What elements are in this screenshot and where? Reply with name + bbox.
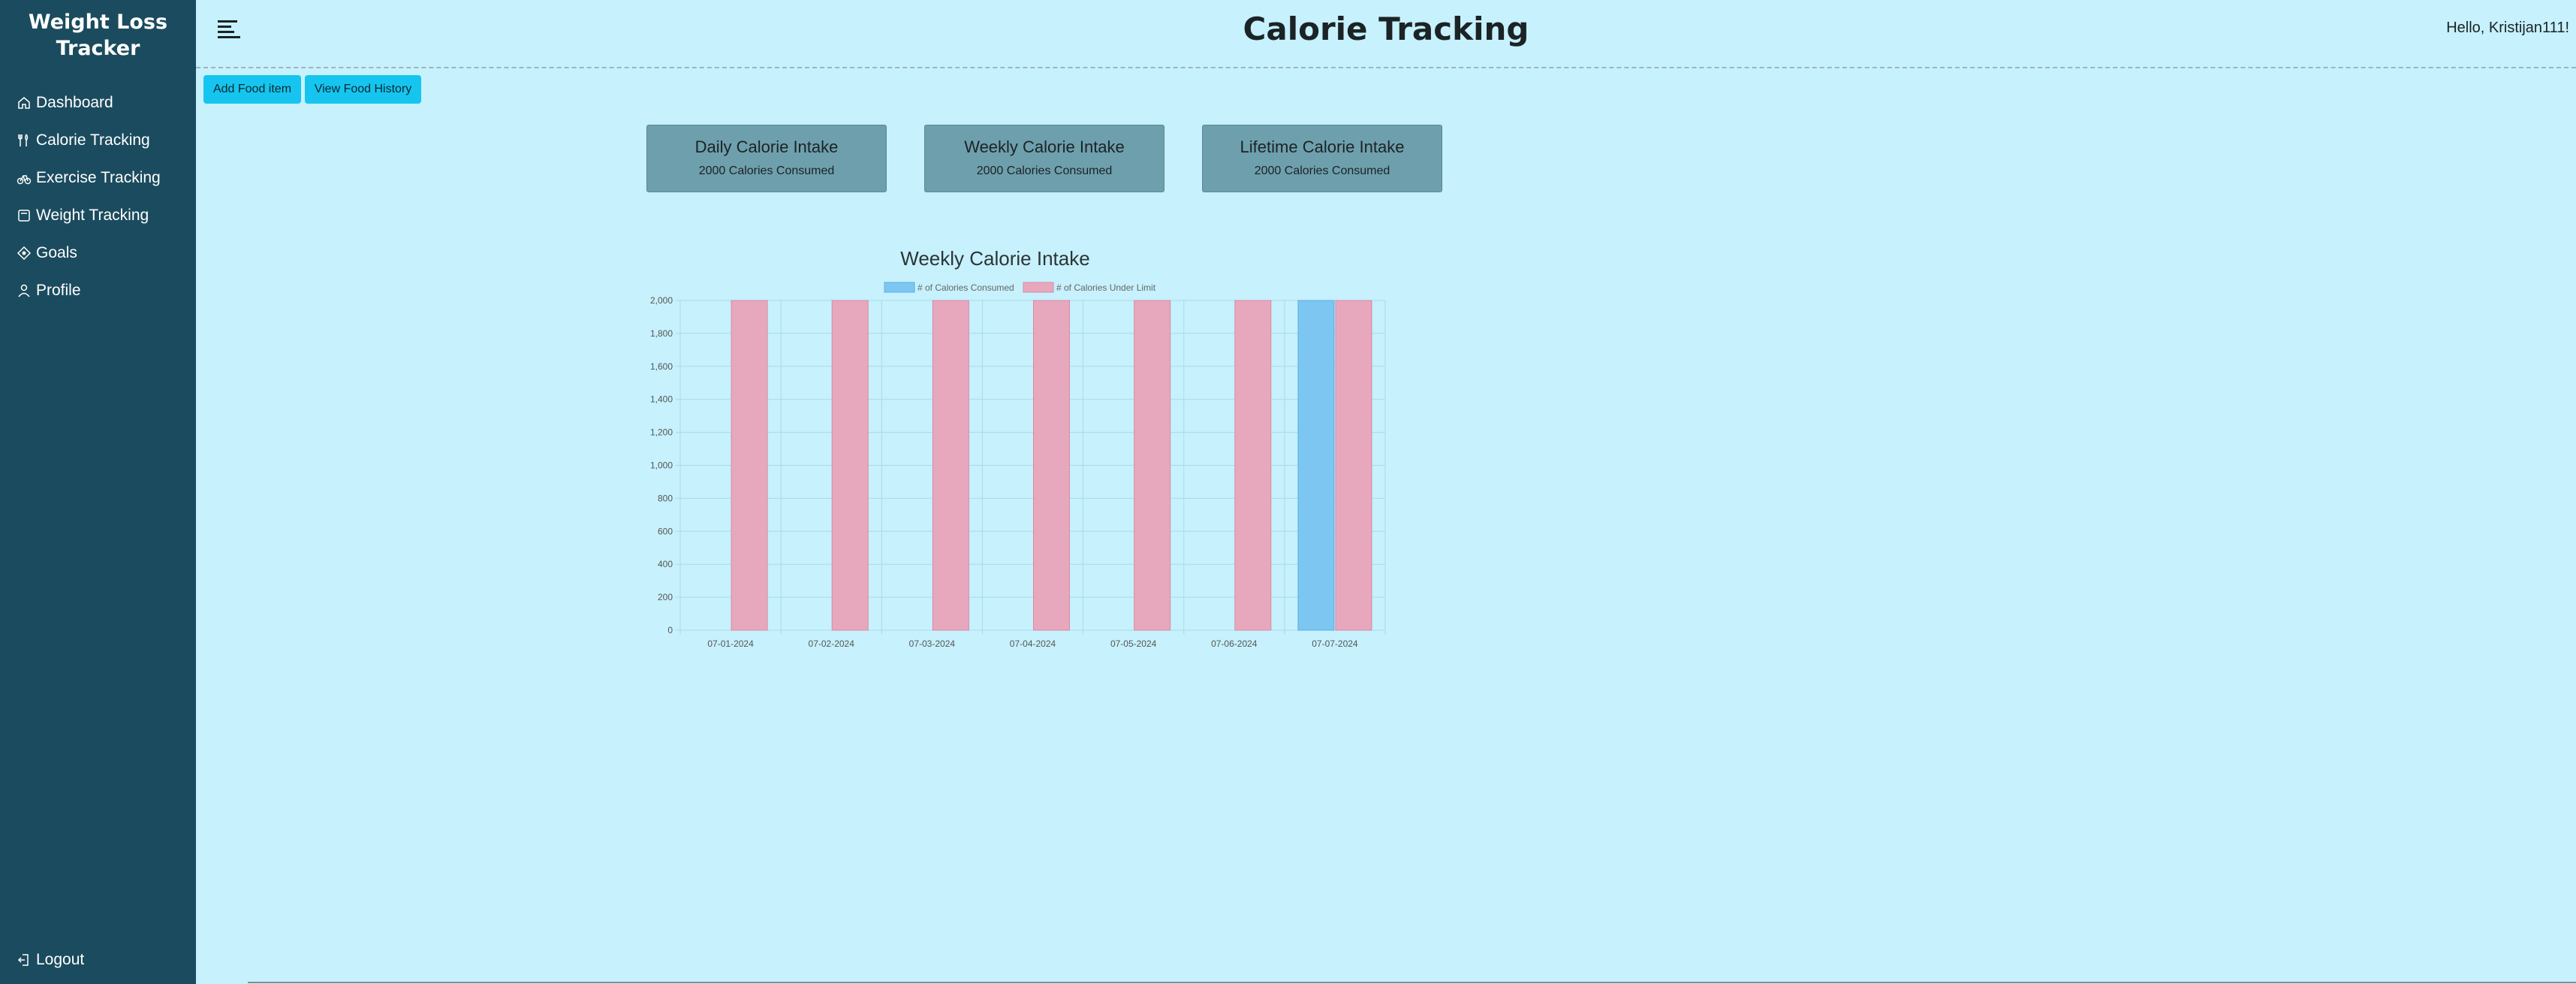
legend-swatch [884,282,915,293]
page-title: Calorie Tracking [1243,11,1529,47]
target-icon [17,246,32,261]
user-greeting: Hello, Kristijan111! [2446,20,2569,36]
sidebar: Weight Loss Tracker Dashboard Calorie Tr… [0,0,196,984]
sidebar-nav: Dashboard Calorie Tracking Exercise Trac… [17,84,161,309]
bicycle-icon [17,175,32,185]
card-value: 2000 Calories Consumed [976,165,1113,177]
y-tick-label: 0 [667,625,673,635]
logout-button[interactable]: Logout [17,951,84,969]
chart-bar [831,300,869,631]
sidebar-item-calorie-tracking[interactable]: Calorie Tracking [17,122,161,159]
bottom-divider [248,982,2576,983]
chart-title: Weekly Calorie Intake [900,247,1089,270]
sidebar-item-profile[interactable]: Profile [17,272,161,309]
y-tick-label: 800 [658,493,673,503]
x-tick-label: 07-02-2024 [809,638,855,649]
card-title: Daily Calorie Intake [694,137,839,156]
daily-intake-card: Daily Calorie Intake 2000 Calories Consu… [646,125,887,192]
lifetime-intake-card: Lifetime Calorie Intake 2000 Calories Co… [1202,125,1442,192]
x-tick-label: 07-06-2024 [1211,638,1258,649]
y-tick-label: 400 [658,559,673,569]
chart-bar [932,300,969,631]
y-tick-label: 200 [658,592,673,602]
sidebar-item-label: Dashboard [36,94,113,111]
y-tick-label: 1,200 [650,427,673,438]
chart-bar [1033,300,1070,631]
chart-bar [1134,300,1171,631]
legend-swatch [1023,282,1054,293]
x-tick-label: 07-04-2024 [1010,638,1056,649]
chart-bar [1234,300,1272,631]
home-icon [18,97,30,109]
x-tick-label: 07-05-2024 [1110,638,1157,649]
weekly-intake-card: Weekly Calorie Intake 2000 Calories Cons… [924,125,1164,192]
utensils-icon [18,134,29,146]
y-tick-label: 1,400 [650,394,673,405]
header: Calorie Tracking Hello, Kristijan111! [196,0,2576,68]
sidebar-item-label: Exercise Tracking [36,169,161,186]
sidebar-item-label: Goals [36,244,77,261]
sidebar-item-exercise-tracking[interactable]: Exercise Tracking [17,159,161,197]
card-value: 2000 Calories Consumed [698,165,835,177]
legend-label: # of Calories Consumed [917,282,1014,293]
add-food-item-button[interactable]: Add Food item [203,75,301,104]
card-value: 2000 Calories Consumed [1254,165,1390,177]
view-food-history-button[interactable]: View Food History [305,75,421,104]
y-tick-label: 1,600 [650,361,673,372]
user-icon [18,284,30,297]
brand-title: Weight Loss Tracker [28,11,168,60]
logout-label: Logout [36,951,85,968]
sidebar-item-dashboard[interactable]: Dashboard [17,84,161,122]
x-tick-label: 07-07-2024 [1312,638,1358,649]
y-tick-label: 2,000 [650,295,673,306]
y-tick-label: 600 [658,526,673,536]
legend-label: # of Calories Under Limit [1056,282,1156,293]
y-tick-label: 1,800 [650,328,673,339]
scale-icon [18,210,30,222]
x-tick-label: 07-03-2024 [909,638,956,649]
sidebar-item-goals[interactable]: Goals [17,234,161,272]
chart-bar [1335,300,1372,631]
sidebar-item-label: Profile [36,282,81,299]
y-tick-label: 1,000 [650,460,673,471]
weekly-calorie-chart: Weekly Calorie Intake # of Calories Consu… [650,247,1386,649]
sidebar-item-label: Calorie Tracking [36,131,150,149]
x-tick-label: 07-01-2024 [707,638,754,649]
chart-bar [1297,300,1335,631]
logout-icon [17,954,29,966]
sidebar-item-label: Weight Tracking [36,207,149,224]
card-title: Weekly Calorie Intake [964,137,1125,156]
sidebar-item-weight-tracking[interactable]: Weight Tracking [17,197,161,234]
card-title: Lifetime Calorie Intake [1240,137,1405,156]
chart-bar [731,300,768,631]
